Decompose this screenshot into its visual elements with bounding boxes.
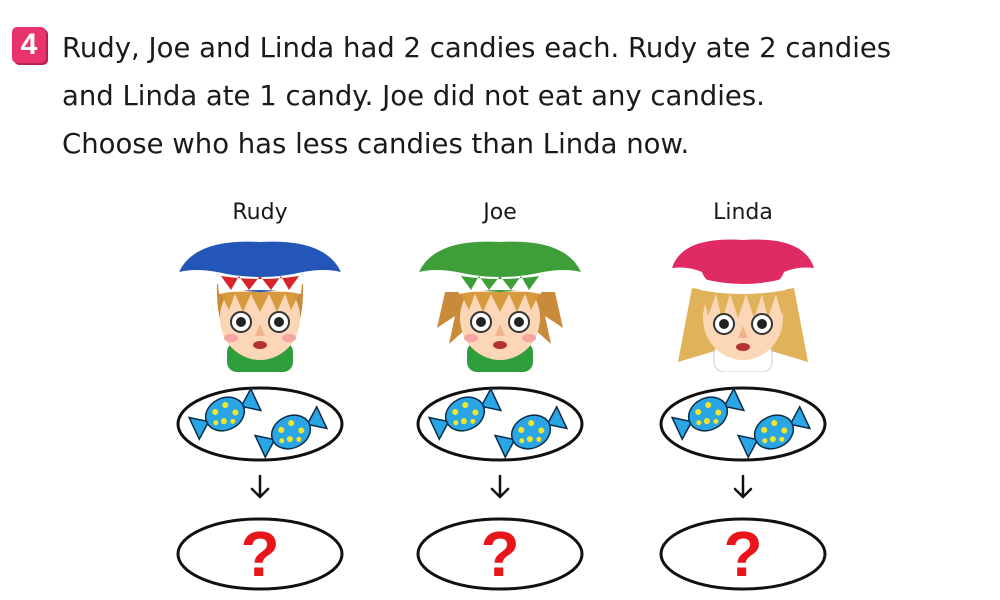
linda-face-illustration [672,239,814,372]
answer-plate[interactable]: ? [175,514,345,594]
answer-plate[interactable]: ? [415,514,585,594]
down-arrow-icon [658,474,828,504]
rudy-face-illustration [179,241,341,372]
character-name: Rudy [232,200,288,225]
question-line-2: and Linda ate 1 candy. Joe did not eat a… [62,80,765,112]
character-name: Joe [483,200,517,225]
character-name: Linda [713,200,773,225]
down-arrow-icon [175,474,345,504]
answer-plate[interactable]: ? [658,514,828,594]
down-arrow-icon [415,474,585,504]
question-text: Rudy, Joe and Linda had 2 candies each. … [62,24,992,168]
question-line-3: Choose who has less candies than Linda n… [62,128,690,160]
question-mark: ? [480,518,519,590]
question-mark: ? [723,518,762,590]
joe-face-illustration [419,241,581,372]
question-number-badge: 4 [12,27,46,63]
candy-plate [176,386,344,462]
question-line-1: Rudy, Joe and Linda had 2 candies each. … [62,32,892,64]
candy-plate [416,386,584,462]
question-mark: ? [240,518,279,590]
candy-plate [659,386,827,462]
